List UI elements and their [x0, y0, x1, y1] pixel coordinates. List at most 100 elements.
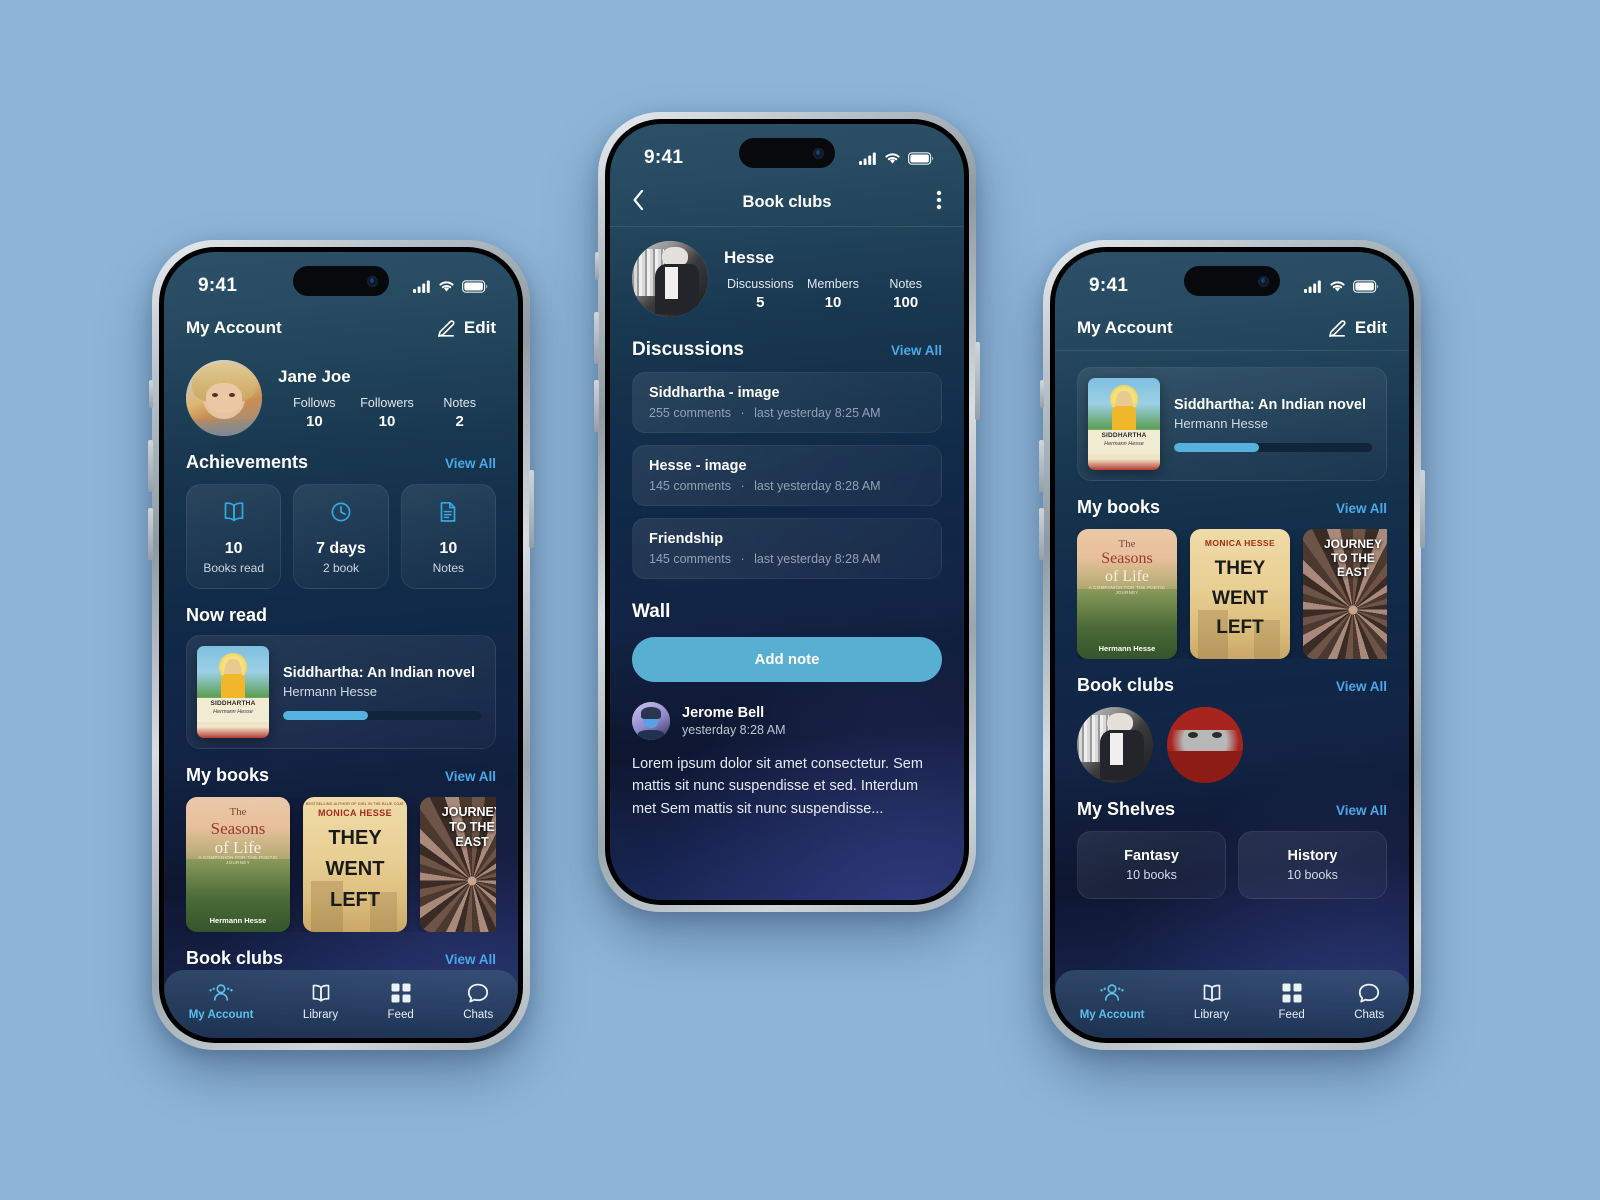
- mute-switch[interactable]: [149, 380, 153, 408]
- volume-up-button[interactable]: [1039, 440, 1044, 492]
- back-button[interactable]: [632, 189, 658, 216]
- phone-left-bezel: 9:41 My Account Edit Jane Joe Follows 10…: [159, 247, 523, 1043]
- now-read-book-title: Siddhartha: An Indian novel: [283, 664, 475, 681]
- discussion-meta: 145 comments · last yesterday 8:28 AM: [649, 479, 925, 493]
- front-camera-icon: [367, 275, 378, 287]
- clock-icon: [331, 502, 351, 522]
- now-read-meta: Siddhartha: An Indian novel Hermann Hess…: [283, 665, 481, 720]
- book-cover-journey-to-the-east[interactable]: JOURNEY TO THE EAST: [420, 797, 496, 932]
- power-button[interactable]: [975, 342, 980, 420]
- book-clubs-header: Book clubs View All: [1077, 675, 1387, 696]
- now-read-book-author: Hermann Hesse: [283, 683, 377, 699]
- cover-line2: Seasons: [210, 818, 266, 838]
- tab-label: My Account: [1079, 1009, 1145, 1021]
- club-avatar[interactable]: [632, 241, 708, 317]
- book-club-avatar-hesse[interactable]: [1077, 707, 1153, 783]
- tab-label: Library: [302, 1009, 339, 1021]
- reading-progress-bar: [283, 710, 481, 720]
- now-read-card[interactable]: SIDDHARTHA Hermann Hesse Siddhartha: An …: [186, 635, 496, 749]
- achievement-card-streak[interactable]: 7 days 2 book: [293, 484, 389, 589]
- book-clubs-row: [1077, 707, 1387, 783]
- tab-feed[interactable]: Feed: [388, 982, 414, 1021]
- tab-label: Feed: [387, 1009, 414, 1021]
- shelf-card-history[interactable]: History 10 books: [1238, 831, 1387, 899]
- tab-library[interactable]: Library: [1194, 982, 1229, 1021]
- volume-up-button[interactable]: [148, 440, 153, 492]
- tab-chats[interactable]: Chats: [1354, 982, 1384, 1021]
- pencil-icon: [1328, 319, 1346, 337]
- stat-members: Members 10: [797, 277, 870, 311]
- discussion-meta: 145 comments · last yesterday 8:28 AM: [649, 552, 925, 566]
- now-read-card[interactable]: SIDDHARTHA Hermann Hesse Siddhartha: An …: [1077, 367, 1387, 481]
- my-shelves-view-all[interactable]: View All: [1336, 803, 1387, 818]
- avatar[interactable]: [186, 360, 262, 436]
- mute-switch[interactable]: [1040, 380, 1044, 408]
- mute-switch[interactable]: [595, 252, 599, 280]
- edit-label: Edit: [463, 318, 496, 337]
- discussion-comments: 145 comments: [649, 552, 731, 566]
- discussions-view-all[interactable]: View All: [891, 343, 942, 358]
- stat-notes: Notes 100: [869, 277, 942, 311]
- status-icons: [413, 279, 488, 293]
- tab-label: My Account: [188, 1009, 254, 1021]
- more-button[interactable]: [916, 189, 942, 216]
- phone-right: 9:41 My Account Edit SIDDHARTHA Hermann …: [1039, 240, 1425, 1050]
- volume-down-button[interactable]: [1039, 508, 1044, 560]
- phone-center-content: Hesse Discussions 5 Members 10 Notes 100…: [610, 227, 964, 820]
- power-button[interactable]: [529, 470, 534, 548]
- cover-line3: of Life: [1105, 568, 1149, 585]
- edit-button[interactable]: Edit: [1327, 318, 1387, 339]
- tab-feed[interactable]: Feed: [1279, 982, 1305, 1021]
- book-cover-siddhartha[interactable]: SIDDHARTHA Hermann Hesse: [1088, 378, 1160, 470]
- my-shelves-row: Fantasy 10 books History 10 books: [1077, 831, 1387, 899]
- volume-up-button[interactable]: [594, 312, 599, 364]
- wifi-icon: [439, 280, 454, 292]
- stat-value: 100: [893, 293, 919, 311]
- stat-value: 10: [824, 293, 842, 311]
- power-button[interactable]: [1420, 470, 1425, 548]
- achievement-card-notes[interactable]: 10 Notes: [400, 484, 496, 589]
- my-books-row[interactable]: The Seasons of Life A COMPANION FOR THE …: [186, 797, 496, 932]
- tab-my-account[interactable]: My Account: [188, 982, 254, 1021]
- appbar-right: My Account Edit: [1055, 306, 1409, 350]
- tab-chats[interactable]: Chats: [463, 982, 493, 1021]
- book-cover-journey-to-the-east[interactable]: JOURNEY TO THE EAST: [1303, 529, 1387, 659]
- separator-dot: ·: [740, 552, 745, 566]
- book-cover-they-went-left[interactable]: BESTSELLING AUTHOR OF GIRL IN THE BLUE C…: [303, 797, 407, 932]
- achievements-title: Achievements: [186, 452, 309, 472]
- cover-line2: TO THE: [449, 819, 495, 834]
- edit-button[interactable]: Edit: [436, 318, 496, 339]
- achievement-card-books-read[interactable]: 10 Books read: [186, 484, 282, 589]
- book-clubs-view-all[interactable]: View All: [1336, 679, 1387, 694]
- book-cover-they-went-left[interactable]: MONICA HESSE THEY WENT LEFT: [1190, 529, 1290, 659]
- my-books-row[interactable]: The Seasons of Life A COMPANION FOR THE …: [1077, 529, 1387, 659]
- add-note-button[interactable]: Add note: [632, 637, 942, 682]
- front-camera-icon: [1258, 275, 1269, 287]
- shelf-card-fantasy[interactable]: Fantasy 10 books: [1077, 831, 1226, 899]
- note-author-avatar[interactable]: [632, 702, 670, 740]
- stat-label: Notes: [889, 276, 922, 291]
- book-clubs-view-all[interactable]: View All: [445, 952, 496, 967]
- discussion-item[interactable]: Siddhartha - image 255 comments · last y…: [632, 372, 942, 433]
- book-cover-siddhartha[interactable]: SIDDHARTHA Hermann Hesse: [197, 646, 269, 738]
- phone-center-screen: 9:41 Book clubs Hesse Discussions 5 Memb…: [610, 124, 964, 900]
- tab-bar-left: My Account Library Feed Chats: [164, 970, 518, 1038]
- volume-down-button[interactable]: [148, 508, 153, 560]
- volume-down-button[interactable]: [594, 380, 599, 432]
- book-cover-seasons-of-life[interactable]: The Seasons of Life A COMPANION FOR THE …: [186, 797, 290, 932]
- status-time: 9:41: [198, 275, 238, 296]
- book-club-avatar-red-portrait[interactable]: [1167, 707, 1243, 783]
- tab-library[interactable]: Library: [303, 982, 338, 1021]
- achievements-view-all[interactable]: View All: [445, 456, 496, 471]
- tab-my-account[interactable]: My Account: [1079, 982, 1145, 1021]
- discussion-item[interactable]: Hesse - image 145 comments · last yester…: [632, 445, 942, 506]
- achievement-sub: 2 book: [322, 561, 359, 575]
- appbar-left: My Account Edit: [164, 306, 518, 350]
- my-books-view-all[interactable]: View All: [1336, 501, 1387, 516]
- stat-label: Followers: [360, 395, 414, 410]
- book-cover-seasons-of-life[interactable]: The Seasons of Life A COMPANION FOR THE …: [1077, 529, 1177, 659]
- page-title: Book clubs: [742, 192, 832, 211]
- my-books-view-all[interactable]: View All: [445, 769, 496, 784]
- wifi-icon: [1330, 280, 1345, 292]
- discussion-item[interactable]: Friendship 145 comments · last yesterday…: [632, 518, 942, 579]
